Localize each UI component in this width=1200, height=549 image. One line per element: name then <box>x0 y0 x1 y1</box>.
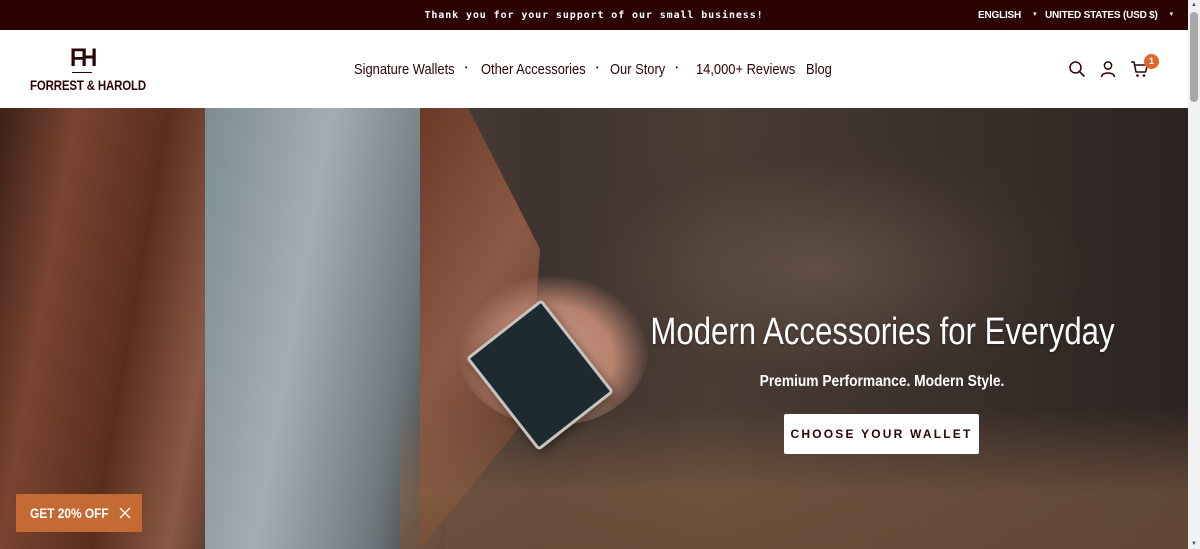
chevron-down-icon: ▾ <box>1169 11 1174 18</box>
nav-item-label: Our Story <box>610 61 666 78</box>
logo-wordmark: FORREST & HAROLD <box>30 77 147 93</box>
language-label: ENGLISH <box>978 10 1022 22</box>
choose-wallet-button[interactable]: CHOOSE YOUR WALLET <box>784 414 979 454</box>
page-scrollbar[interactable]: ▲ ▼ <box>1188 0 1200 549</box>
currency-label: UNITED STATES (USD $) <box>1045 10 1158 22</box>
chevron-down-icon: ▾ <box>1033 11 1037 18</box>
scrollbar-thumb[interactable] <box>1190 12 1198 102</box>
announcement-bar: Thank you for your support of our small … <box>0 0 1188 30</box>
nav-item-reviews[interactable]: 14,000+ Reviews <box>696 30 795 108</box>
hero-subtitle: Premium Performance. Modern Style. <box>759 373 1005 390</box>
nav-item-label: 14,000+ Reviews <box>696 61 796 78</box>
hero-image-jacket <box>0 108 230 549</box>
brand-logo[interactable]: FH FORREST & HAROLD <box>30 44 146 96</box>
nav-item-blog[interactable]: Blog <box>806 30 832 108</box>
nav-item-signature-wallets[interactable]: Signature Wallets • <box>354 30 467 108</box>
search-icon[interactable] <box>1067 59 1087 79</box>
hero-banner: Modern Accessories for Everyday Premium … <box>0 108 1188 549</box>
close-icon[interactable] <box>118 506 132 520</box>
hero-title: Modern Accessories for Everyday <box>650 311 1115 353</box>
language-selector[interactable]: ENGLISH ▾ <box>978 0 1037 30</box>
site-header: FH FORREST & HAROLD Signature Wallets • O… <box>0 30 1188 108</box>
scroll-down-arrow-icon[interactable]: ▼ <box>1190 539 1198 549</box>
dropdown-indicator-icon: • <box>675 63 678 73</box>
scroll-up-arrow-icon[interactable]: ▲ <box>1190 0 1198 10</box>
nav-item-label: Other Accessories <box>481 61 586 78</box>
nav-item-label: Blog <box>806 61 832 78</box>
discount-tab[interactable]: GET 20% OFF <box>16 494 142 532</box>
nav-item-our-story[interactable]: Our Story • <box>610 30 678 108</box>
discount-label: GET 20% OFF <box>30 505 109 521</box>
logo-divider <box>72 72 92 73</box>
nav-item-label: Signature Wallets <box>354 61 455 78</box>
currency-selector[interactable]: UNITED STATES (USD $) ▾ <box>1045 0 1173 30</box>
nav-item-other-accessories[interactable]: Other Accessories • <box>481 30 598 108</box>
dropdown-indicator-icon: • <box>595 63 599 73</box>
user-icon[interactable] <box>1098 59 1118 79</box>
dropdown-indicator-icon: • <box>464 63 468 73</box>
logo-monogram: FH <box>70 44 97 72</box>
cart-count-badge: 1 <box>1144 54 1159 69</box>
